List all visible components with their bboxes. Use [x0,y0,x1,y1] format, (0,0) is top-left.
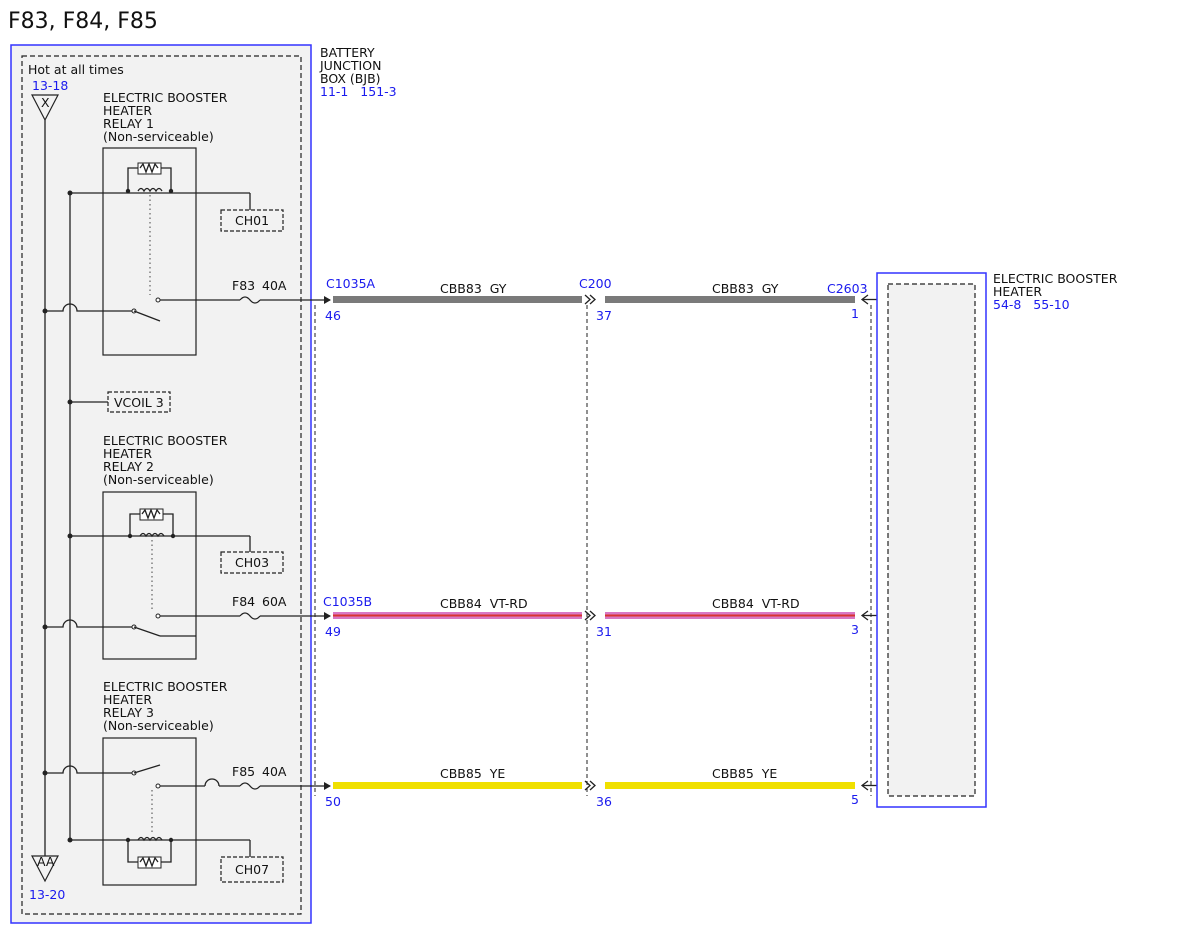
wire-cbb85-label-left: CBB85 YE [440,766,505,781]
relay-3-label-4: (Non-serviceable) [103,718,214,733]
relay-2-label-4: (Non-serviceable) [103,472,214,487]
connector-c1035a[interactable]: C1035A [326,276,376,291]
pin-50: 50 [325,794,341,809]
connector-tag-x-label: X [41,95,50,110]
electric-booster-heater: ELECTRIC BOOSTER HEATER 54-8 55-10 [876,271,1118,808]
wire-cbb85-label-right: CBB85 YE [712,766,777,781]
top-ref-link[interactable]: 13-18 [32,78,68,93]
wire-cbb83-right[interactable] [605,296,855,303]
heater-refs[interactable]: 54-8 55-10 [993,297,1070,312]
connector-boundaries [314,305,872,796]
pin-5: 5 [851,792,859,807]
wire-cbb83-label-left: CBB83 GY [440,281,507,296]
wire-cbb83-left[interactable] [333,296,582,303]
relay-1-ch: CH01 [235,213,269,228]
vcoil-label: VCOIL 3 [114,395,164,410]
fuse-f84-amps: 60A [262,594,287,609]
pin-1: 1 [851,306,859,321]
relay-2-ch: CH03 [235,555,269,570]
pin-31: 31 [596,624,612,639]
relay-1-label-4: (Non-serviceable) [103,129,214,144]
connector-c2603[interactable]: C2603 [827,281,868,296]
pin-3: 3 [851,622,859,637]
bjb-refs[interactable]: 11-1 151-3 [320,84,397,99]
hot-at-all-times-label: Hot at all times [28,62,124,77]
connector-c200[interactable]: C200 [579,276,612,291]
pin-36: 36 [596,794,612,809]
pin-37: 37 [596,308,612,323]
fuse-f85: F85 [232,764,255,779]
heater-connector-arrows [860,294,877,791]
circuit-cbb83: C1035A C200 C2603 CBB83 GY CBB83 GY 46 3… [325,276,868,323]
diagram-title: F83, F84, F85 [8,9,158,34]
wire-cbb83-label-right: CBB83 GY [712,281,779,296]
fuse-f83: F83 [232,278,255,293]
fuse-f83-amps: 40A [262,278,287,293]
wire-cbb85-left[interactable] [333,782,582,789]
relay-3-ch: CH07 [235,862,269,877]
connector-tag-aa-label: AA [37,854,55,869]
wire-cbb85-right[interactable] [605,782,855,789]
fuse-f85-amps: 40A [262,764,287,779]
wire-cbb84-label-left: CBB84 VT-RD [440,596,528,611]
connector-c1035b[interactable]: C1035B [323,594,372,609]
circuit-cbb84: C1035B CBB84 VT-RD CBB84 VT-RD 49 31 3 [323,594,859,639]
bottom-ref-link[interactable]: 13-20 [29,887,65,902]
pin-49: 49 [325,624,341,639]
wiring-diagram: F83, F84, F85 BATTERY JUNCTION BOX (BJB)… [8,9,1118,924]
wire-cbb84-label-right: CBB84 VT-RD [712,596,800,611]
pin-46: 46 [325,308,341,323]
fuse-f84: F84 [232,594,255,609]
